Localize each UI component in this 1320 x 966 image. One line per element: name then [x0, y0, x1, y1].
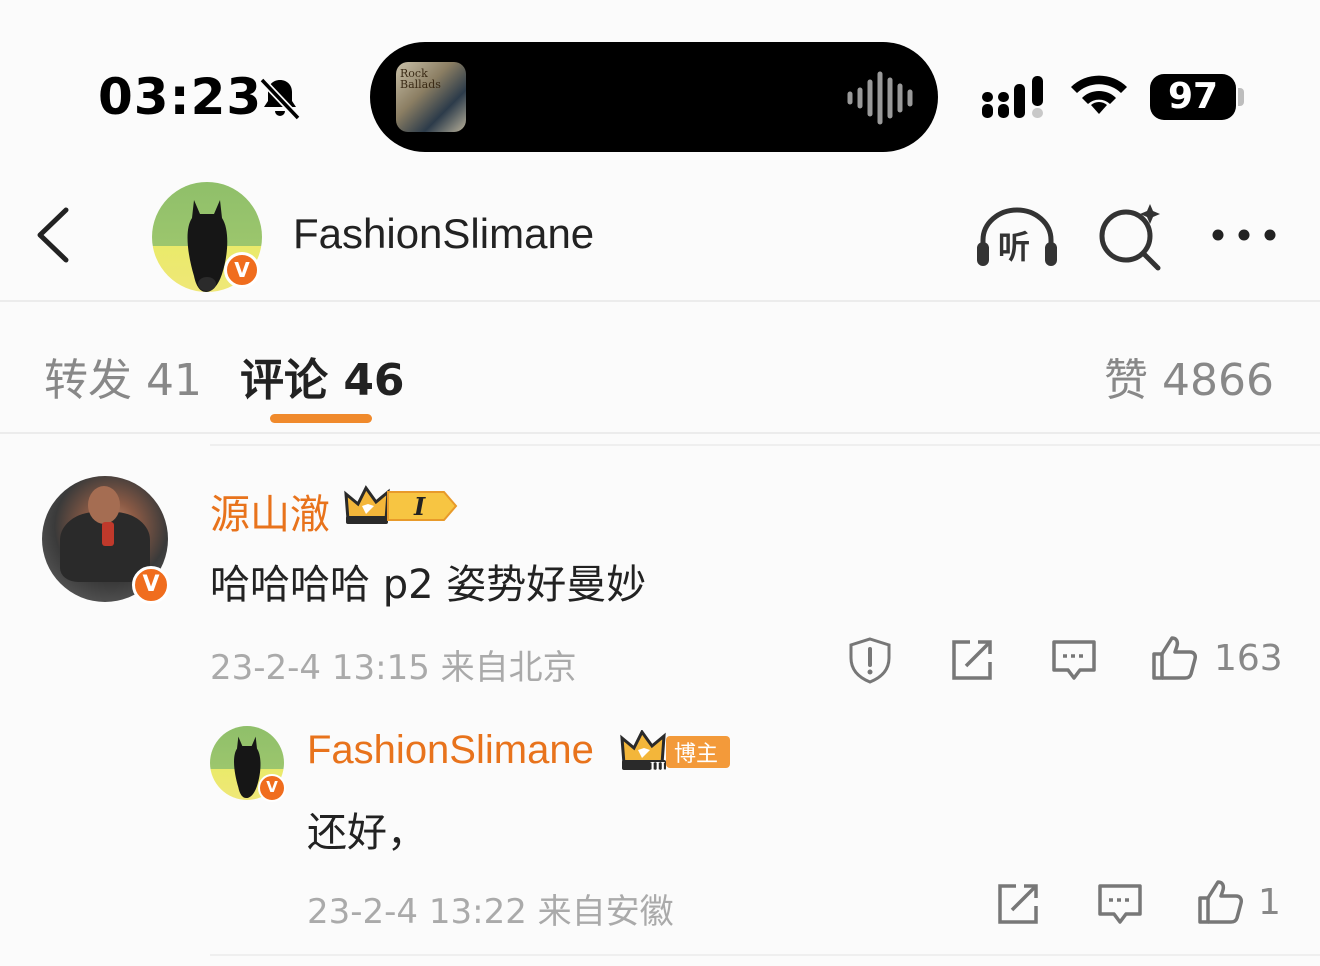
- tab-repost[interactable]: 转发 41: [44, 344, 202, 408]
- share-icon[interactable]: [948, 636, 996, 684]
- blogger-crown-badge: III 博主: [620, 730, 730, 772]
- post-header: V FashionSlimane 听: [0, 170, 1320, 302]
- dynamic-island[interactable]: Rock Ballads: [370, 42, 938, 152]
- divider: [210, 444, 1320, 446]
- verified-badge: V: [132, 566, 170, 604]
- share-icon[interactable]: [994, 880, 1042, 928]
- wifi-icon: [1071, 75, 1127, 114]
- tab-comment[interactable]: 评论 46: [240, 344, 405, 408]
- reply-name[interactable]: FashionSlimane: [307, 728, 594, 773]
- blogger-label: 博主: [674, 742, 718, 767]
- album-art: Rock Ballads: [396, 62, 466, 132]
- member-crown-badge: I: [344, 485, 458, 524]
- waveform-icon: [847, 71, 913, 125]
- comment-icon[interactable]: [1096, 880, 1144, 928]
- verified-badge: V: [258, 774, 286, 802]
- report-icon[interactable]: [846, 636, 894, 684]
- more-icon[interactable]: [1208, 220, 1280, 250]
- active-tab-indicator: [270, 414, 372, 423]
- avatar-figure-head: [88, 486, 120, 524]
- reply-meta: 23-2-4 13:22 来自安徽: [307, 892, 674, 932]
- listen-label: 听: [998, 228, 1031, 266]
- battery-indicator: 97: [1150, 74, 1236, 120]
- search-icon[interactable]: [1096, 202, 1166, 272]
- comment-icon[interactable]: [1050, 636, 1098, 684]
- like-icon[interactable]: [1150, 634, 1198, 682]
- comment-text: 哈哈哈哈 p2 姿势好曼妙: [210, 562, 647, 608]
- album-art-text: Rock Ballads: [400, 67, 441, 91]
- header-title[interactable]: FashionSlimane: [293, 210, 594, 258]
- divider: [210, 954, 1320, 956]
- tab-like[interactable]: 赞 4866: [1104, 344, 1274, 408]
- back-icon[interactable]: [30, 204, 80, 266]
- status-bar: 03:23 Rock Ballads 97: [0, 0, 1320, 170]
- like-count: 163: [1214, 638, 1283, 679]
- reply-text: 还好，: [307, 810, 427, 856]
- crown-level: III: [650, 760, 665, 772]
- crown-level: I: [413, 492, 426, 521]
- bell-slash-icon: [259, 77, 301, 121]
- verified-badge: V: [224, 252, 260, 288]
- detail-tabs: 转发 41 评论 46 赞 4866: [0, 302, 1320, 434]
- battery-tip: [1238, 88, 1244, 106]
- comment-meta: 23-2-4 13:15 来自北京: [210, 648, 577, 688]
- like-count: 1: [1258, 882, 1281, 923]
- like-icon[interactable]: [1196, 878, 1244, 926]
- status-time: 03:23: [98, 68, 263, 126]
- signal-icon: [982, 76, 1043, 118]
- avatar-figure-phone: [102, 522, 114, 546]
- commenter-name[interactable]: 源山澈: [210, 482, 330, 540]
